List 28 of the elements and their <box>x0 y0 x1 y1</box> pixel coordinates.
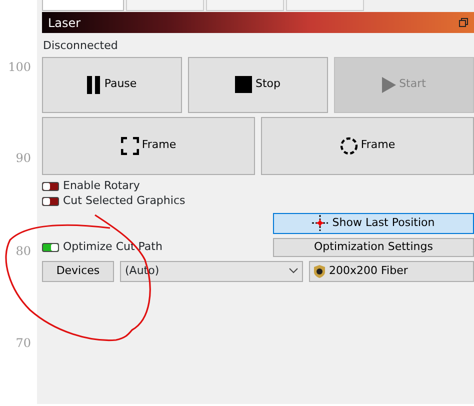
play-icon <box>382 76 396 92</box>
show-last-position-button[interactable]: Show Last Position <box>273 212 474 234</box>
ruler-label: 100 <box>8 59 31 76</box>
crosshair-icon <box>312 215 328 231</box>
status-text: Disconnected <box>43 38 119 54</box>
ruler-label: 70 <box>16 335 31 352</box>
stop-button[interactable]: Stop <box>188 56 328 112</box>
toggle-label: Optimize Cut Path <box>63 238 162 255</box>
frame-button[interactable]: Frame <box>261 116 474 174</box>
restore-icon[interactable] <box>459 18 468 27</box>
device-button[interactable]: 200x200 Fiber <box>309 260 474 282</box>
devices-button[interactable]: Devices <box>42 260 114 282</box>
toggle-switch[interactable] <box>42 196 59 206</box>
ruler-label: 90 <box>16 150 31 167</box>
optimization-settings-button[interactable]: Optimization Settings <box>273 238 474 256</box>
pause-icon <box>87 76 102 94</box>
ruler-label: 80 <box>16 243 31 260</box>
frame-circle-icon <box>340 136 358 154</box>
toggle-label: Cut Selected Graphics <box>63 192 186 209</box>
stop-icon <box>235 76 252 93</box>
panel-title: Laser <box>48 14 81 32</box>
toggle-switch[interactable] <box>42 242 59 252</box>
toggle-switch[interactable] <box>42 182 59 190</box>
chevron-down-icon <box>289 268 298 274</box>
pause-button[interactable]: Pause <box>42 56 182 112</box>
toggle-label: Enable Rotary <box>63 178 140 194</box>
shield-icon <box>314 264 325 278</box>
frame-button[interactable]: Frame <box>42 116 255 174</box>
